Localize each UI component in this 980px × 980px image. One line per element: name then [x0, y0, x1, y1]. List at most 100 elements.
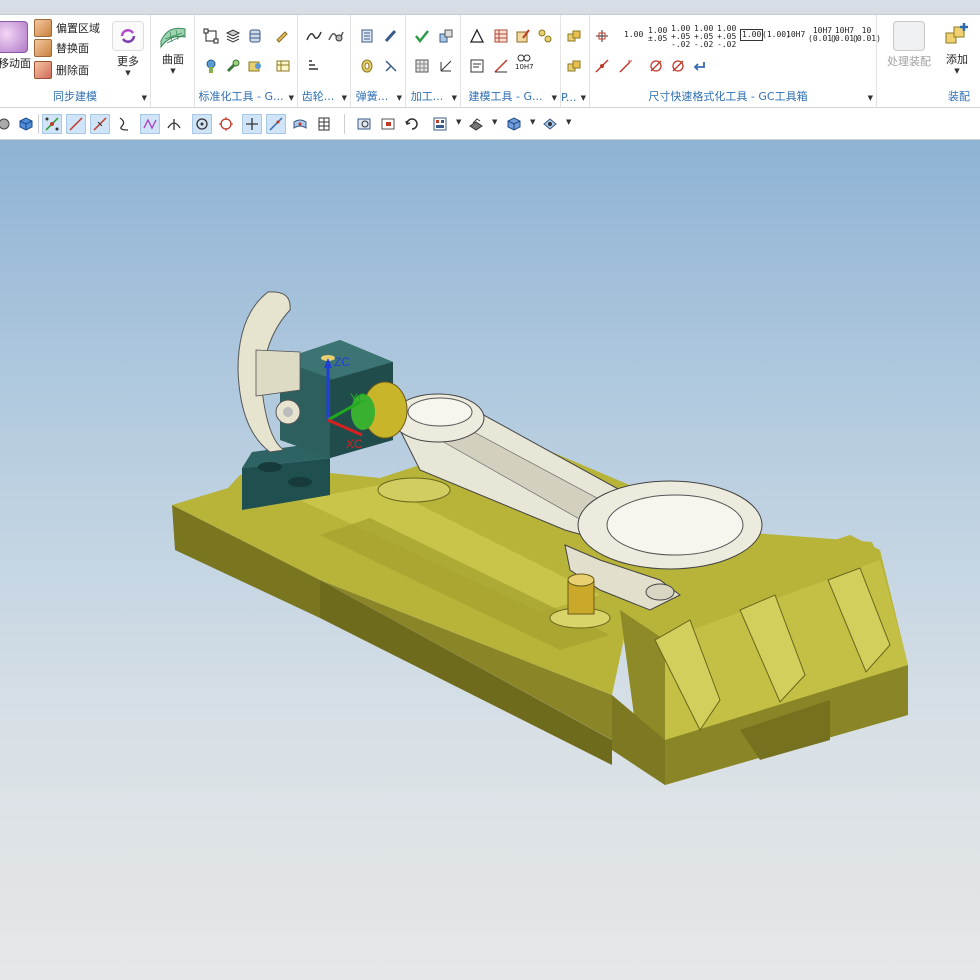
move-face-label: 移动面 [0, 57, 31, 70]
modeling-4-button[interactable] [537, 27, 553, 45]
diameter-2-button[interactable] [670, 57, 686, 75]
machining-2-button[interactable] [438, 27, 454, 45]
std-tool-7-button[interactable] [247, 57, 263, 75]
add-component-button[interactable]: 添加 ▼ [939, 21, 975, 75]
view-fit-icon [356, 116, 372, 132]
orient-dropdown-arrow[interactable]: ▼ [530, 118, 535, 126]
tol-b-button[interactable]: 1.00 +.05 -.02 [694, 25, 713, 49]
tb-existing-point-button[interactable] [242, 114, 262, 134]
dim-tool-2-button[interactable] [594, 57, 610, 75]
tb-quadrant-button[interactable] [216, 114, 236, 134]
offset-region-icon [34, 19, 52, 37]
dimension-dropdown-arrow[interactable]: ▼ [868, 94, 873, 102]
gear-dropdown-arrow[interactable]: ▼ [342, 94, 347, 102]
std-tool-3-button[interactable] [247, 27, 263, 45]
gear-1-button[interactable] [306, 27, 322, 45]
tb-point-on-curve-button[interactable] [266, 114, 286, 134]
surface-label: 曲面 [162, 53, 184, 66]
tb-rotate-button[interactable] [402, 114, 422, 134]
tb-curve-button[interactable] [114, 114, 134, 134]
move-face-button[interactable]: 移动面 [0, 21, 31, 71]
modeling-1-button[interactable] [469, 27, 485, 45]
tb-render-style-button[interactable] [466, 114, 486, 134]
process-assembly-button[interactable]: 处理装配 [885, 21, 933, 69]
std-tool-6-button[interactable] [225, 57, 241, 75]
tb-zoom-button[interactable] [378, 114, 398, 134]
tb-snap-points-button[interactable] [42, 114, 62, 134]
dim-tool-1-button[interactable] [594, 27, 610, 45]
undo-format-button[interactable] [692, 57, 708, 75]
modeling-2-button[interactable] [493, 27, 509, 45]
intersection-icon [166, 116, 182, 132]
spring-dropdown-arrow[interactable]: ▼ [397, 94, 402, 102]
tb-arc-center-button[interactable] [192, 114, 212, 134]
tol-pm-button[interactable]: 1.00 ±.05 [648, 27, 667, 43]
surface-button[interactable]: 曲面 ▼ [155, 21, 191, 75]
tol-c-button[interactable]: 1.00 +.05 -.02 [717, 25, 736, 49]
diameter-1-button[interactable] [648, 57, 664, 75]
spring-3-button[interactable] [359, 57, 375, 75]
machining-3-button[interactable] [414, 57, 430, 75]
tb-visibility-button[interactable] [540, 114, 560, 134]
tb-intersection-button[interactable] [164, 114, 184, 134]
dim-tool-3-button[interactable] [618, 57, 634, 75]
tb-layout-button[interactable] [430, 114, 450, 134]
tol-a-button[interactable]: 1.00 +.05 -.02 [671, 25, 690, 49]
more-button[interactable]: 更多 ▼ [108, 21, 148, 77]
tb-body-button[interactable] [16, 114, 36, 134]
gear-3-button[interactable] [306, 57, 322, 75]
modeling-3-button[interactable] [515, 27, 531, 45]
machining-4-button[interactable] [438, 57, 454, 75]
sync-more-icon [112, 21, 144, 51]
tb-view-fit-button[interactable] [354, 114, 374, 134]
modeling-tools-dropdown-arrow[interactable]: ▼ [552, 94, 557, 102]
gear-2-button[interactable] [328, 27, 344, 45]
spring-4-button[interactable] [383, 57, 399, 75]
layout-dropdown-arrow[interactable]: ▼ [456, 118, 461, 126]
spring-1-button[interactable] [359, 27, 375, 45]
tb-orient-view-button[interactable] [504, 114, 524, 134]
model-scene[interactable]: ZC YC XC [0, 140, 980, 980]
machining-1-button[interactable] [414, 27, 430, 45]
tb-point-on-face-button[interactable] [290, 114, 310, 134]
visibility-dropdown-arrow[interactable]: ▼ [566, 118, 571, 126]
std-tool-1-button[interactable] [203, 27, 219, 45]
database-icon [247, 28, 263, 44]
delete-face-button[interactable]: 删除面 [34, 61, 89, 79]
tb-solid-button[interactable] [0, 114, 14, 134]
gear-list-icon [306, 58, 322, 74]
tb-midpoint-button[interactable] [90, 114, 110, 134]
diameter-icon [648, 58, 664, 74]
group-gear: 齿轮... ▼ [298, 15, 351, 107]
p-dropdown-arrow[interactable]: ▼ [581, 94, 586, 102]
group-dropdown-arrow[interactable]: ▼ [142, 94, 147, 102]
tol-boxed-button[interactable]: 1.00 [740, 29, 764, 41]
modeling-fit-button[interactable]: 10H7 [515, 53, 534, 71]
std-tool-2-button[interactable] [225, 27, 241, 45]
modeling-6-button[interactable] [493, 57, 509, 75]
std-tool-8-button[interactable] [275, 57, 291, 75]
std-tool-5-button[interactable] [203, 57, 219, 75]
replace-face-button[interactable]: 替换面 [34, 39, 89, 57]
dimension-xz-icon [594, 28, 610, 44]
cube-icon [18, 116, 34, 132]
machining-dropdown-arrow[interactable]: ▼ [452, 94, 457, 102]
modeling-5-button[interactable] [469, 57, 485, 75]
replace-face-icon [34, 39, 52, 57]
spring-2-button[interactable] [383, 27, 399, 45]
solid-icon [0, 116, 12, 132]
p-2-button[interactable] [566, 57, 582, 75]
std-tools-dropdown-arrow[interactable]: ▼ [289, 94, 294, 102]
tol-100-button[interactable]: 1.00 [624, 31, 643, 39]
spring-coil-icon [359, 58, 375, 74]
tb-endpoint-button[interactable] [66, 114, 86, 134]
tb-control-point-button[interactable] [140, 114, 160, 134]
graphics-viewport[interactable]: ZC YC XC [0, 140, 980, 980]
p-1-button[interactable] [566, 27, 582, 45]
fit-button[interactable]: 10H7 [786, 31, 805, 39]
tb-bounded-grid-button[interactable] [314, 114, 334, 134]
offset-region-button[interactable]: 偏置区域 [34, 19, 100, 37]
tol-100-label: 1.00 [624, 30, 644, 39]
std-tool-4-button[interactable] [275, 27, 291, 45]
render-style-dropdown-arrow[interactable]: ▼ [492, 118, 497, 126]
